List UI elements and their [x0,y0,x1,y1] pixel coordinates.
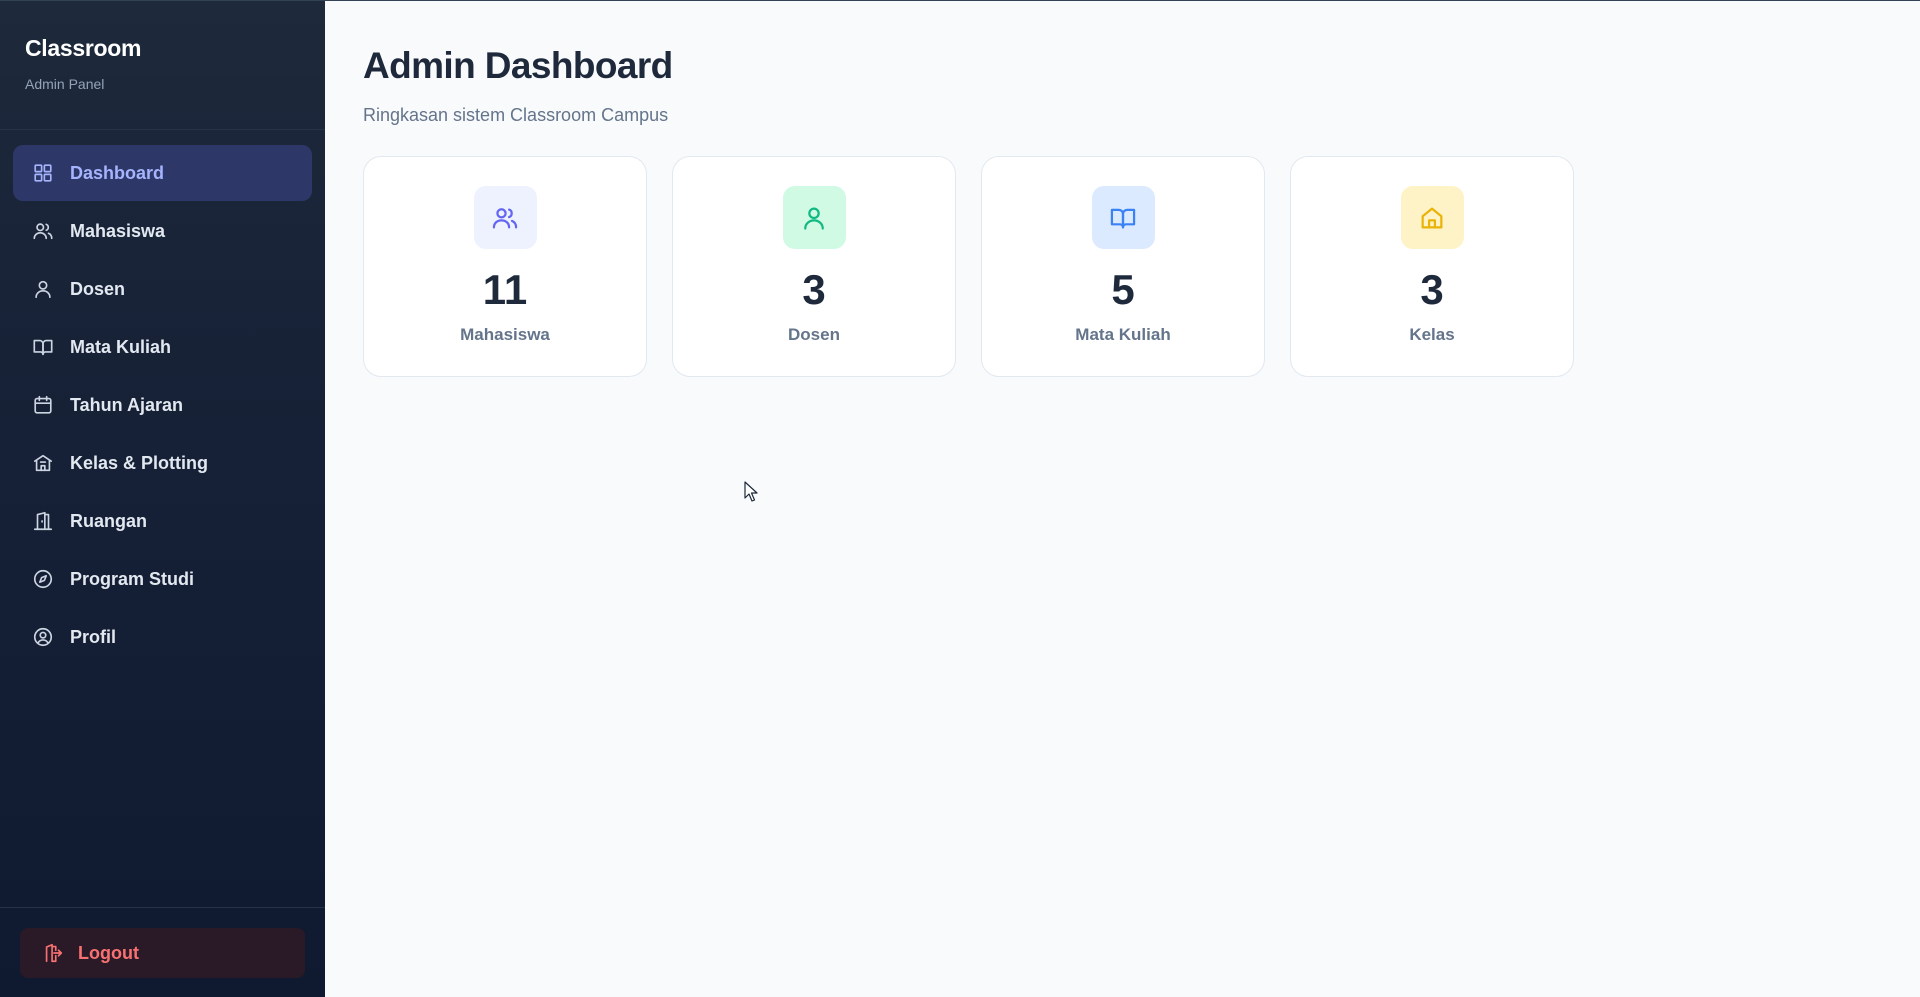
stat-value: 3 [802,266,826,313]
user-circle-icon [32,626,54,648]
main-content: Admin Dashboard Ringkasan sistem Classro… [325,0,1920,997]
page-subtitle: Ringkasan sistem Classroom Campus [363,105,669,125]
users-icon [32,220,54,242]
sidebar-item-label: Mata Kuliah [70,336,172,357]
stat-card-dosen: 3 Dosen [672,156,956,377]
sidebar-item-label: Program Studi [70,568,195,589]
school-icon [32,452,54,474]
home-icon [1400,186,1464,249]
door-icon [32,510,54,532]
user-icon [782,186,846,249]
sidebar-item-mata-kuliah[interactable]: Mata Kuliah [13,319,312,375]
grid-icon [32,162,54,184]
sidebar-item-profil[interactable]: Profil [13,609,312,665]
book-icon [32,336,54,358]
users-icon [473,186,537,249]
stat-label: Dosen [788,325,840,344]
logout-icon [42,942,64,964]
user-icon [32,278,54,300]
stat-card-mata-kuliah: 5 Mata Kuliah [981,156,1265,377]
sidebar-item-kelas-plotting[interactable]: Kelas & Plotting [13,435,312,491]
stats-cards: 11 Mahasiswa 3 Dosen 5 Mata Kuliah 3 Kel… [363,156,1882,377]
stat-card-mahasiswa: 11 Mahasiswa [363,156,647,377]
top-border [0,0,1920,1]
brand-title: Classroom [25,35,142,61]
stat-label: Mata Kuliah [1075,325,1171,344]
sidebar-item-label: Ruangan [70,510,148,531]
stat-value: 5 [1111,266,1135,313]
sidebar-item-label: Dashboard [70,162,165,183]
stat-label: Kelas [1409,325,1455,344]
stat-card-kelas: 3 Kelas [1290,156,1574,377]
sidebar-item-label: Mahasiswa [70,220,166,241]
sidebar-item-dashboard[interactable]: Dashboard [13,145,312,201]
sidebar-item-label: Dosen [70,278,126,299]
logout-button[interactable]: Logout [20,928,305,978]
sidebar-item-label: Tahun Ajaran [70,394,184,415]
brand: Classroom Admin Panel [0,0,325,130]
sidebar-item-ruangan[interactable]: Ruangan [13,493,312,549]
brand-subtitle: Admin Panel [25,76,105,92]
sidebar-item-tahun-ajaran[interactable]: Tahun Ajaran [13,377,312,433]
stat-value: 11 [482,266,528,313]
sidebar: Classroom Admin Panel Dashboard Mahasisw… [0,0,325,997]
sidebar-item-mahasiswa[interactable]: Mahasiswa [13,203,312,259]
sidebar-item-dosen[interactable]: Dosen [13,261,312,317]
sidebar-nav: Dashboard Mahasiswa Dosen Mata Kuliah Ta… [0,130,325,907]
sidebar-item-label: Profil [70,626,117,647]
sidebar-item-label: Kelas & Plotting [70,452,209,473]
mouse-cursor-icon [744,481,758,502]
book-icon [1091,186,1155,249]
sidebar-item-program-studi[interactable]: Program Studi [13,551,312,607]
compass-icon [32,568,54,590]
stat-label: Mahasiswa [460,325,550,344]
calendar-icon [32,394,54,416]
stat-value: 3 [1420,266,1444,313]
logout-label: Logout [78,942,139,963]
page-title: Admin Dashboard [363,45,673,86]
sidebar-footer: Logout [0,907,325,997]
